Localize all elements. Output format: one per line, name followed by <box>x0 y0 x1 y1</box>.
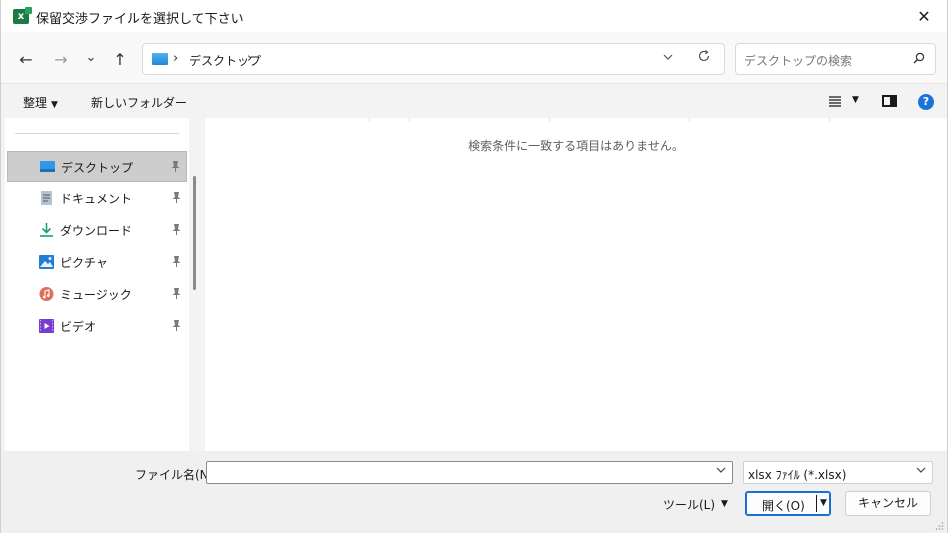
desktop-icon <box>40 160 55 174</box>
tools-button[interactable]: ツール(L) <box>663 496 715 513</box>
sidebar-item-pictures[interactable]: ピクチャ <box>7 247 187 278</box>
sidebar-item-desktop[interactable]: デスクトップ <box>7 151 187 182</box>
command-bar: 整理 ▼ 新しいフォルダー ▼ ? <box>1 84 947 118</box>
file-list[interactable]: 検索条件に一致する項目はありません。 <box>205 118 947 451</box>
back-button[interactable]: ← <box>15 48 37 70</box>
search-icon[interactable] <box>913 52 925 64</box>
download-icon <box>39 223 54 237</box>
navigation-bar: ← → ⌄ ↑ › デスクトップ › デスクトップの検索 <box>1 32 947 84</box>
file-open-dialog: x 保留交渉ファイルを選択して下さい ✕ ← → ⌄ ↑ › デスクトップ › … <box>0 0 948 533</box>
search-placeholder[interactable]: デスクトップの検索 <box>744 52 852 69</box>
resize-grip-icon[interactable] <box>934 520 944 530</box>
recent-locations-button[interactable]: ⌄ <box>80 46 102 68</box>
title-bar: x 保留交渉ファイルを選択して下さい ✕ <box>1 0 947 32</box>
chevron-down-icon[interactable] <box>716 465 726 478</box>
filetype-value: xlsx ﾌｧｲﾙ (*.xlsx) <box>748 468 847 482</box>
navigation-pane: デスクトップ ドキュメント ダウンロード ピクチャ ミュージック ビデオ <box>5 118 189 451</box>
breadcrumb-separator[interactable]: › <box>247 51 252 66</box>
view-options-caret-icon[interactable]: ▼ <box>852 95 859 105</box>
document-icon <box>39 191 54 205</box>
video-icon <box>39 319 54 333</box>
dialog-footer: ファイル名(N): xlsx ﾌｧｲﾙ (*.xlsx) ツール(L) ▼ 開く… <box>1 451 947 533</box>
address-bar[interactable]: › デスクトップ › <box>142 43 725 75</box>
picture-icon <box>39 255 54 269</box>
refresh-icon[interactable] <box>697 49 711 67</box>
sidebar-item-label: ドキュメント <box>60 192 133 206</box>
pin-icon[interactable] <box>172 288 181 299</box>
pin-icon[interactable] <box>172 192 181 203</box>
sidebar-item-label: ダウンロード <box>60 224 133 238</box>
sidebar-item-downloads[interactable]: ダウンロード <box>7 215 187 246</box>
close-button[interactable]: ✕ <box>901 0 947 32</box>
excel-app-icon: x <box>13 7 32 24</box>
chevron-down-icon[interactable] <box>663 51 673 65</box>
pin-icon[interactable] <box>171 161 180 172</box>
caret-down-icon: ▼ <box>51 100 58 110</box>
new-folder-button[interactable]: 新しいフォルダー <box>91 94 187 111</box>
preview-pane-icon[interactable] <box>882 95 897 107</box>
window-title: 保留交渉ファイルを選択して下さい <box>36 12 244 27</box>
empty-result-message: 検索条件に一致する項目はありません。 <box>468 139 684 153</box>
pin-icon[interactable] <box>172 256 181 267</box>
open-button-label: 開く(O) <box>762 499 805 513</box>
desktop-folder-icon <box>152 53 168 65</box>
music-icon <box>39 287 54 301</box>
pin-icon[interactable] <box>172 320 181 331</box>
help-icon[interactable]: ? <box>918 94 934 110</box>
view-list-icon[interactable] <box>829 95 841 107</box>
organize-button[interactable]: 整理 ▼ <box>23 94 58 111</box>
sidebar-item-label: デスクトップ <box>61 161 134 175</box>
sidebar-item-videos[interactable]: ビデオ <box>7 311 187 342</box>
column-header-dividers <box>205 118 947 122</box>
split-divider <box>816 495 817 512</box>
sidebar-item-label: ビデオ <box>60 320 97 334</box>
sidebar-item-music[interactable]: ミュージック <box>7 279 187 310</box>
navigation-scrollbar[interactable] <box>193 176 196 290</box>
filename-input[interactable] <box>206 461 733 484</box>
sidebar-item-documents[interactable]: ドキュメント <box>7 183 187 214</box>
open-button[interactable]: 開く(O) ▼ <box>745 491 831 516</box>
search-box[interactable]: デスクトップの検索 <box>735 43 936 75</box>
up-button[interactable]: ↑ <box>109 48 131 70</box>
forward-button[interactable]: → <box>50 48 72 70</box>
nav-divider <box>15 133 179 134</box>
sidebar-item-label: ピクチャ <box>60 256 108 270</box>
open-options-caret-icon[interactable]: ▼ <box>820 498 827 508</box>
chevron-down-icon <box>916 465 926 478</box>
organize-label: 整理 <box>23 96 48 110</box>
cancel-button[interactable]: キャンセル <box>845 491 931 516</box>
pin-icon[interactable] <box>172 224 181 235</box>
filetype-select[interactable]: xlsx ﾌｧｲﾙ (*.xlsx) <box>743 461 933 484</box>
sidebar-item-label: ミュージック <box>60 288 132 302</box>
breadcrumb-separator[interactable]: › <box>173 51 178 66</box>
tools-caret-icon[interactable]: ▼ <box>721 499 728 509</box>
